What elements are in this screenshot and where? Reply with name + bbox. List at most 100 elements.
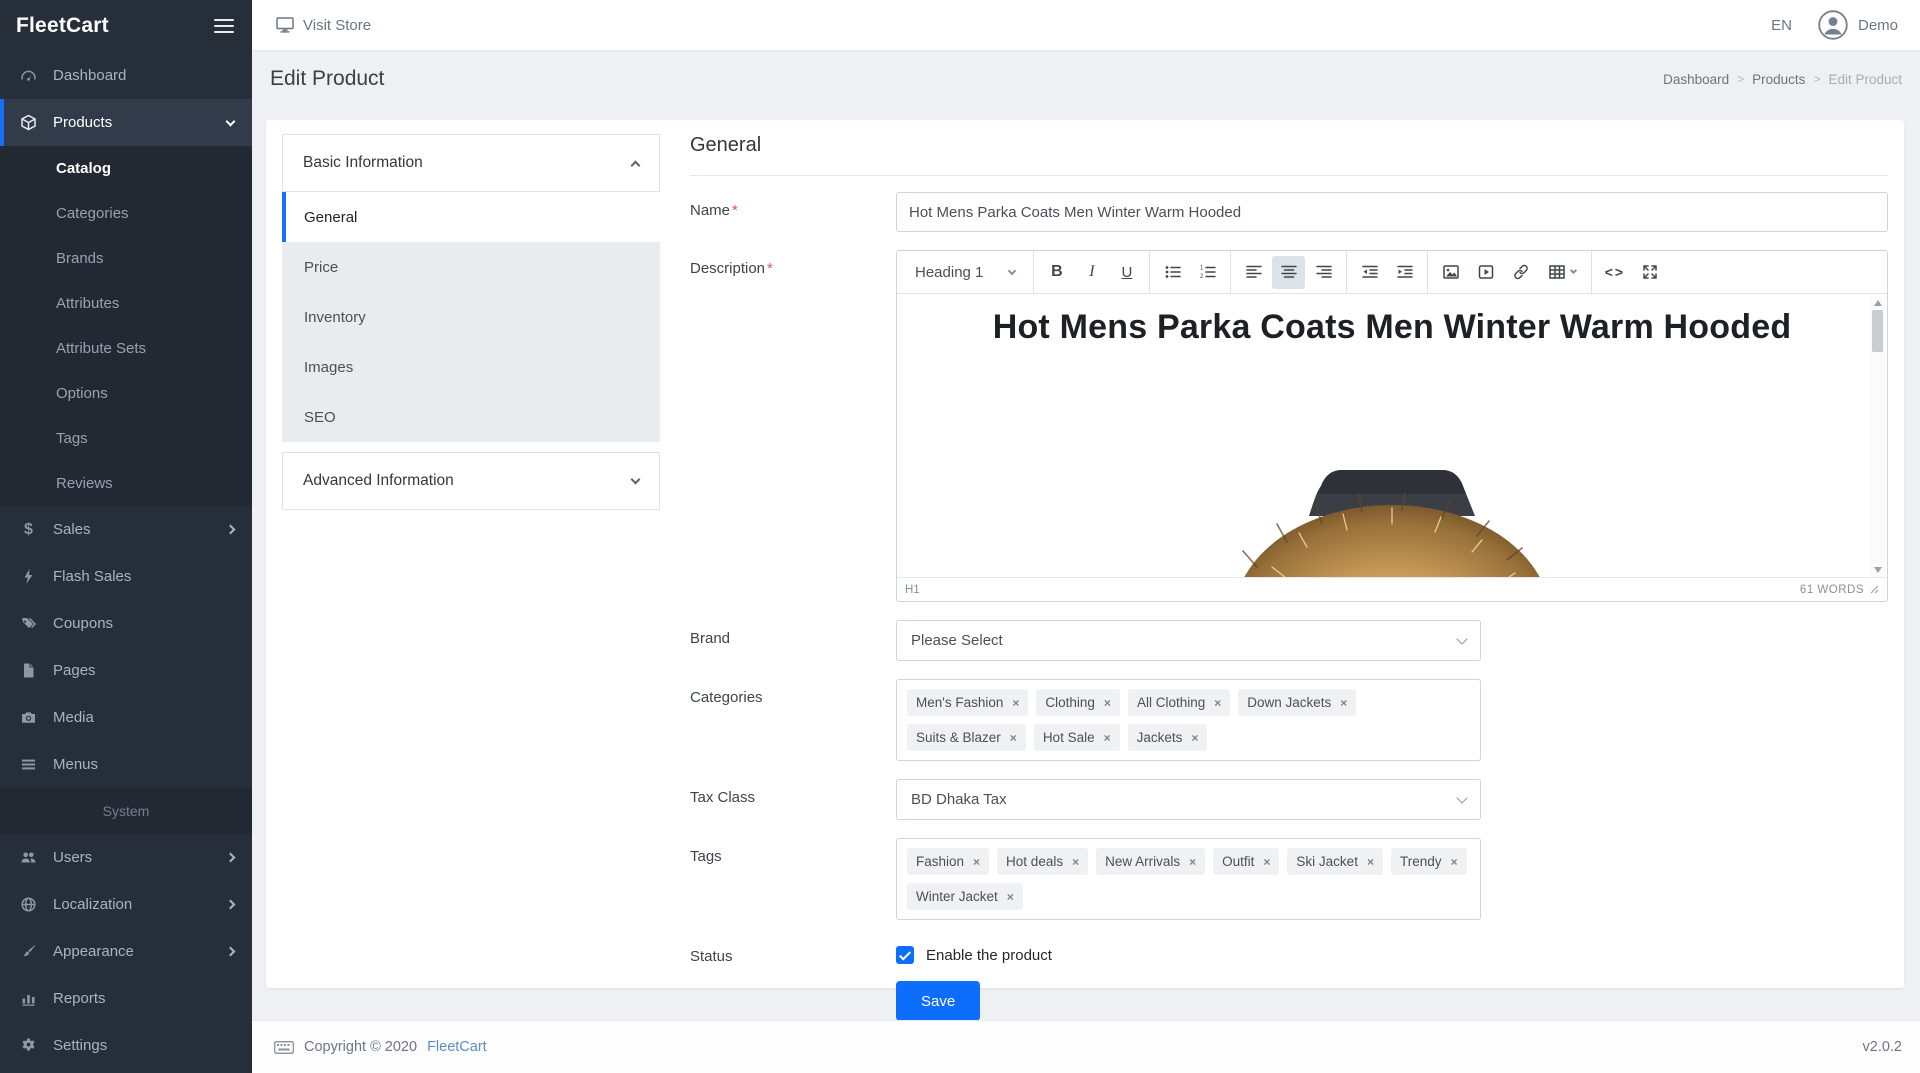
language-switcher[interactable]: EN	[1771, 17, 1792, 34]
sidebar-item-media[interactable]: Media	[0, 694, 252, 741]
basic-information-header[interactable]: Basic Information	[282, 134, 660, 192]
remove-icon[interactable]: ×	[1012, 697, 1019, 709]
outdent-icon	[1361, 263, 1379, 281]
tab-images[interactable]: Images	[282, 342, 660, 392]
sidebar-item-settings[interactable]: Settings	[0, 1022, 252, 1069]
insert-video-button[interactable]	[1469, 256, 1502, 289]
categories-input[interactable]: Men's Fashion× Clothing× All Clothing× D…	[896, 679, 1481, 761]
resize-handle-icon[interactable]	[1870, 585, 1879, 594]
fullscreen-button[interactable]	[1633, 256, 1666, 289]
section-title: General	[690, 134, 1888, 176]
scroll-up-icon[interactable]	[1874, 300, 1882, 306]
sidebar-item-label: Sales	[53, 521, 227, 538]
tab-price[interactable]: Price	[282, 242, 660, 292]
align-left-icon	[1245, 263, 1263, 281]
outdent-button[interactable]	[1353, 256, 1386, 289]
user-menu[interactable]: Demo	[1818, 10, 1898, 40]
underline-button[interactable]: U	[1110, 256, 1143, 289]
sidebar-item-localization[interactable]: Localization	[0, 881, 252, 928]
submenu-item-reviews[interactable]: Reviews	[0, 461, 252, 506]
tab-inventory[interactable]: Inventory	[282, 292, 660, 342]
visit-store-link[interactable]: Visit Store	[276, 17, 371, 34]
breadcrumb-dashboard[interactable]: Dashboard	[1663, 72, 1729, 87]
sidebar-item-menus[interactable]: Menus	[0, 741, 252, 788]
scrollbar-thumb[interactable]	[1872, 310, 1883, 352]
remove-icon[interactable]: ×	[1072, 856, 1079, 868]
gauge-icon	[20, 67, 37, 84]
remove-icon[interactable]: ×	[973, 856, 980, 868]
submenu-item-categories[interactable]: Categories	[0, 191, 252, 236]
tax-class-value: BD Dhaka Tax	[911, 791, 1007, 808]
submenu-item-catalog[interactable]: Catalog	[0, 146, 252, 191]
align-right-button[interactable]	[1307, 256, 1340, 289]
align-center-button[interactable]	[1272, 256, 1305, 289]
sidebar-item-products[interactable]: Products	[0, 99, 252, 146]
submenu-item-options[interactable]: Options	[0, 371, 252, 416]
remove-icon[interactable]: ×	[1340, 697, 1347, 709]
italic-button[interactable]: I	[1075, 256, 1108, 289]
sidebar-item-coupons[interactable]: Coupons	[0, 600, 252, 647]
submenu-item-attributes[interactable]: Attributes	[0, 281, 252, 326]
scroll-down-icon[interactable]	[1874, 567, 1882, 573]
status-checkbox[interactable]	[896, 946, 914, 964]
insert-image-button[interactable]	[1434, 256, 1467, 289]
sidebar-item-flash-sales[interactable]: Flash Sales	[0, 553, 252, 600]
sidebar-item-users[interactable]: Users	[0, 834, 252, 881]
name-input[interactable]	[896, 192, 1888, 232]
tax-class-select[interactable]: BD Dhaka Tax	[896, 779, 1481, 820]
remove-icon[interactable]: ×	[1007, 891, 1014, 903]
remove-icon[interactable]: ×	[1189, 856, 1196, 868]
footer-brand-link[interactable]: FleetCart	[427, 1039, 487, 1055]
remove-icon[interactable]: ×	[1450, 856, 1457, 868]
chevron-down-icon	[1456, 633, 1467, 644]
code-view-button[interactable]: <>	[1598, 256, 1631, 289]
sidebar-item-dashboard[interactable]: Dashboard	[0, 52, 252, 99]
editor-content[interactable]: Hot Mens Parka Coats Men Winter Warm Hoo…	[897, 294, 1887, 577]
heading-style-dropdown[interactable]: Heading 1	[903, 264, 1027, 281]
copyright-text: Copyright © 2020	[304, 1039, 417, 1055]
advanced-information-header[interactable]: Advanced Information	[282, 452, 660, 510]
tab-seo[interactable]: SEO	[282, 392, 660, 442]
insert-table-button[interactable]	[1539, 256, 1585, 289]
paintbrush-icon	[20, 943, 37, 960]
visit-store-label: Visit Store	[303, 17, 371, 34]
sidebar-item-pages[interactable]: Pages	[0, 647, 252, 694]
tag-chip: Trendy×	[1391, 848, 1467, 875]
tag-chip: Hot deals×	[997, 848, 1088, 875]
submenu-item-brands[interactable]: Brands	[0, 236, 252, 281]
version-label: v2.0.2	[1863, 1039, 1903, 1055]
breadcrumb-products[interactable]: Products	[1752, 72, 1805, 87]
remove-icon[interactable]: ×	[1010, 732, 1017, 744]
remove-icon[interactable]: ×	[1367, 856, 1374, 868]
insert-link-button[interactable]	[1504, 256, 1537, 289]
sidebar-item-sales[interactable]: $ Sales	[0, 506, 252, 553]
remove-icon[interactable]: ×	[1104, 732, 1111, 744]
remove-icon[interactable]: ×	[1104, 697, 1111, 709]
submenu-item-tags[interactable]: Tags	[0, 416, 252, 461]
bold-button[interactable]: B	[1040, 256, 1073, 289]
submenu-item-attribute-sets[interactable]: Attribute Sets	[0, 326, 252, 371]
save-button[interactable]: Save	[896, 981, 980, 1021]
categories-label: Categories	[690, 679, 896, 761]
status-label: Status	[690, 938, 896, 965]
bullet-list-button[interactable]	[1156, 256, 1189, 289]
dollar-icon: $	[20, 521, 37, 539]
breadcrumb-separator: >	[1737, 72, 1744, 86]
tab-general[interactable]: General	[282, 192, 660, 242]
remove-icon[interactable]: ×	[1263, 856, 1270, 868]
numbered-list-button[interactable]: 12	[1191, 256, 1224, 289]
sidebar-item-appearance[interactable]: Appearance	[0, 928, 252, 975]
editor-scrollbar[interactable]	[1870, 296, 1885, 577]
hamburger-menu-icon[interactable]	[214, 15, 234, 37]
sidebar-item-reports[interactable]: Reports	[0, 975, 252, 1022]
cube-icon	[20, 114, 37, 131]
align-left-button[interactable]	[1237, 256, 1270, 289]
remove-icon[interactable]: ×	[1191, 732, 1198, 744]
video-icon	[1477, 263, 1495, 281]
brand-select[interactable]: Please Select	[896, 620, 1481, 661]
category-chip: Down Jackets×	[1238, 689, 1356, 716]
indent-button[interactable]	[1388, 256, 1421, 289]
remove-icon[interactable]: ×	[1214, 697, 1221, 709]
tag-chip: Fashion×	[907, 848, 989, 875]
tags-input[interactable]: Fashion× Hot deals× New Arrivals× Outfit…	[896, 838, 1481, 920]
